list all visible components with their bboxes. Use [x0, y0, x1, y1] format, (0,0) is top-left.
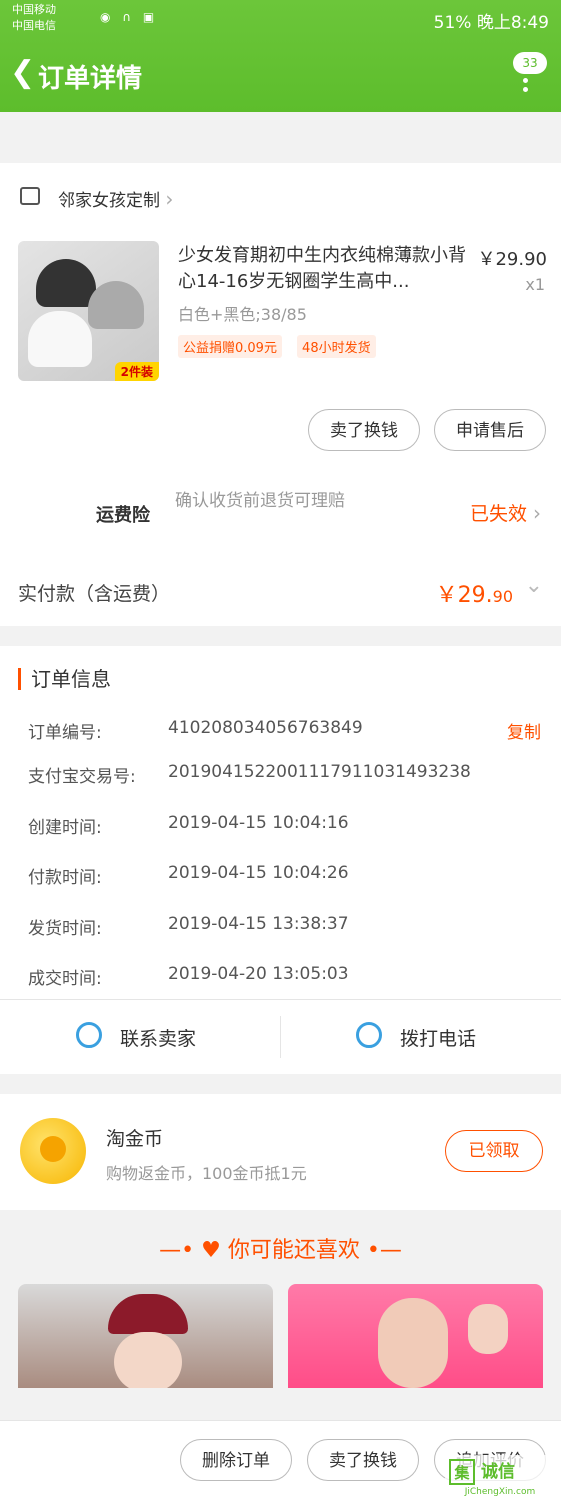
gold-coin-title: 淘金币 — [106, 1128, 164, 1150]
product-title[interactable]: 少女发育期初中生内衣纯棉薄款小背心14-16岁无钢圈学生高中... — [178, 243, 468, 295]
resell-button[interactable]: 卖了换钱 — [308, 409, 420, 451]
completed-time-value: 2019-04-20 13:05:03 — [168, 964, 349, 984]
carrier-info: 中国移动 中国电信 — [12, 2, 56, 34]
shipping-insurance-status[interactable]: 已失效 › — [470, 499, 541, 526]
payment-label: 实付款（含运费） — [18, 583, 171, 605]
nav-bar: ❮ 订单详情 33 — [0, 42, 561, 108]
message-count-badge: 33 — [513, 52, 547, 74]
more-dots-icon — [523, 78, 529, 96]
chevron-right-icon: › — [533, 501, 541, 525]
watermark-cn: 诚信 — [481, 1462, 515, 1482]
watermark-logo-box: 集 — [449, 1459, 475, 1485]
heart-icon: —• ♥ — [159, 1238, 228, 1263]
decoration-dash-icon: •— — [359, 1238, 402, 1263]
insurance-status-text: 已失效 — [469, 503, 527, 525]
created-time-label: 创建时间: — [28, 818, 102, 838]
shop-name: 邻家女孩定制 — [58, 191, 160, 211]
shipped-time-value: 2019-04-15 13:38:37 — [168, 914, 349, 934]
watermark-en: JiChengXin.com — [464, 1487, 536, 1497]
expand-chevron-icon[interactable]: ⌄ — [525, 573, 543, 598]
paid-time-value: 2019-04-15 10:04:26 — [168, 863, 349, 883]
completed-time-label: 成交时间: — [28, 969, 102, 989]
product-image[interactable]: 2件装 — [18, 241, 159, 381]
bundle-tag: 2件装 — [114, 362, 159, 381]
order-info-card: 订单信息 订单编号: 410208034056763849 复制 支付宝交易号:… — [0, 646, 561, 1074]
gold-coin-desc: 购物返金币，100金币抵1元 — [106, 1164, 307, 1183]
payment-amount: ￥29.90 — [436, 577, 513, 609]
paid-time-label: 付款时间: — [28, 868, 102, 888]
battery-time: 51% 晚上8:49 — [433, 13, 549, 33]
shipped-time-label: 发货时间: — [28, 919, 102, 939]
carrier-1: 中国移动 — [12, 3, 56, 16]
delete-order-button[interactable]: 删除订单 — [180, 1439, 292, 1481]
gold-coin-icon — [20, 1118, 86, 1184]
after-sale-button[interactable]: 申请售后 — [434, 409, 546, 451]
gold-coin-claimed-button[interactable]: 已领取 — [445, 1130, 543, 1172]
recommend-item-2[interactable] — [288, 1284, 543, 1388]
payment-amount-main: ￥29. — [435, 583, 493, 608]
order-info-title: 订单信息 — [18, 668, 111, 690]
face-shape — [114, 1332, 182, 1388]
carrier-2: 中国电信 — [12, 19, 56, 32]
recommend-item-1[interactable] — [18, 1284, 273, 1388]
created-time-value: 2019-04-15 10:04:16 — [168, 813, 349, 833]
copy-button[interactable]: 复制 — [507, 718, 541, 743]
phone-icon — [356, 1022, 382, 1048]
face-shape — [378, 1298, 448, 1388]
status-bar: 中国移动 中国电信 ◉ ∩ ▣ 51% 晚上8:49 — [12, 2, 549, 36]
chevron-right-icon: › — [165, 187, 174, 211]
back-arrow-icon[interactable]: ❮ — [10, 56, 40, 90]
contact-seller-label: 联系卖家 — [120, 1028, 197, 1050]
product-qty: x1 — [525, 275, 545, 294]
alipay-trade-value: 2019041522001117911031493238 — [168, 762, 471, 782]
payment-amount-cents: 90 — [492, 587, 513, 606]
cap-shape — [108, 1294, 188, 1334]
notification-icons: ◉ ∩ ▣ — [100, 10, 159, 24]
more-menu-button[interactable]: 33 — [513, 52, 547, 98]
shipping-insurance-label: 运费险 — [96, 505, 150, 526]
shop-icon — [20, 187, 40, 205]
shop-name-link[interactable]: 邻家女孩定制 › — [58, 186, 173, 211]
order-number-value: 410208034056763849 — [168, 718, 363, 738]
call-label: 拨打电话 — [400, 1028, 477, 1050]
divider — [0, 999, 561, 1000]
product-tags: 公益捐赠0.09元 48小时发货 — [178, 335, 386, 358]
divider — [280, 1016, 281, 1058]
product-price: ￥29.90 — [477, 249, 547, 270]
app-header: 中国移动 中国电信 ◉ ∩ ▣ 51% 晚上8:49 ❮ 订单详情 33 — [0, 0, 561, 112]
page-title: 订单详情 — [38, 64, 143, 94]
product-sku: 白色+黑色;38/85 — [178, 305, 307, 324]
bottom-action-bar: 删除订单 卖了换钱 追加评价 集 诚信 JiChengXin.com — [0, 1420, 561, 1501]
order-product-card: 邻家女孩定制 › 2件装 少女发育期初中生内衣纯棉薄款小背心14-16岁无钢圈学… — [0, 163, 561, 626]
recommend-title-text: 你可能还喜欢 — [227, 1238, 360, 1263]
site-watermark: 集 诚信 JiChengXin.com — [445, 1455, 555, 1497]
hand-shape — [468, 1304, 508, 1354]
charity-tag: 公益捐赠0.09元 — [178, 335, 282, 358]
recommend-title: —• ♥ 你可能还喜欢 •— — [0, 1232, 561, 1264]
order-number-label: 订单编号: — [28, 723, 102, 743]
shipping-insurance-desc: 确认收货前退货可理赔 — [175, 491, 345, 511]
resell-bottom-button[interactable]: 卖了换钱 — [307, 1439, 419, 1481]
chat-icon — [76, 1022, 102, 1048]
shipping-tag: 48小时发货 — [297, 335, 376, 358]
alipay-trade-label: 支付宝交易号: — [28, 767, 136, 787]
